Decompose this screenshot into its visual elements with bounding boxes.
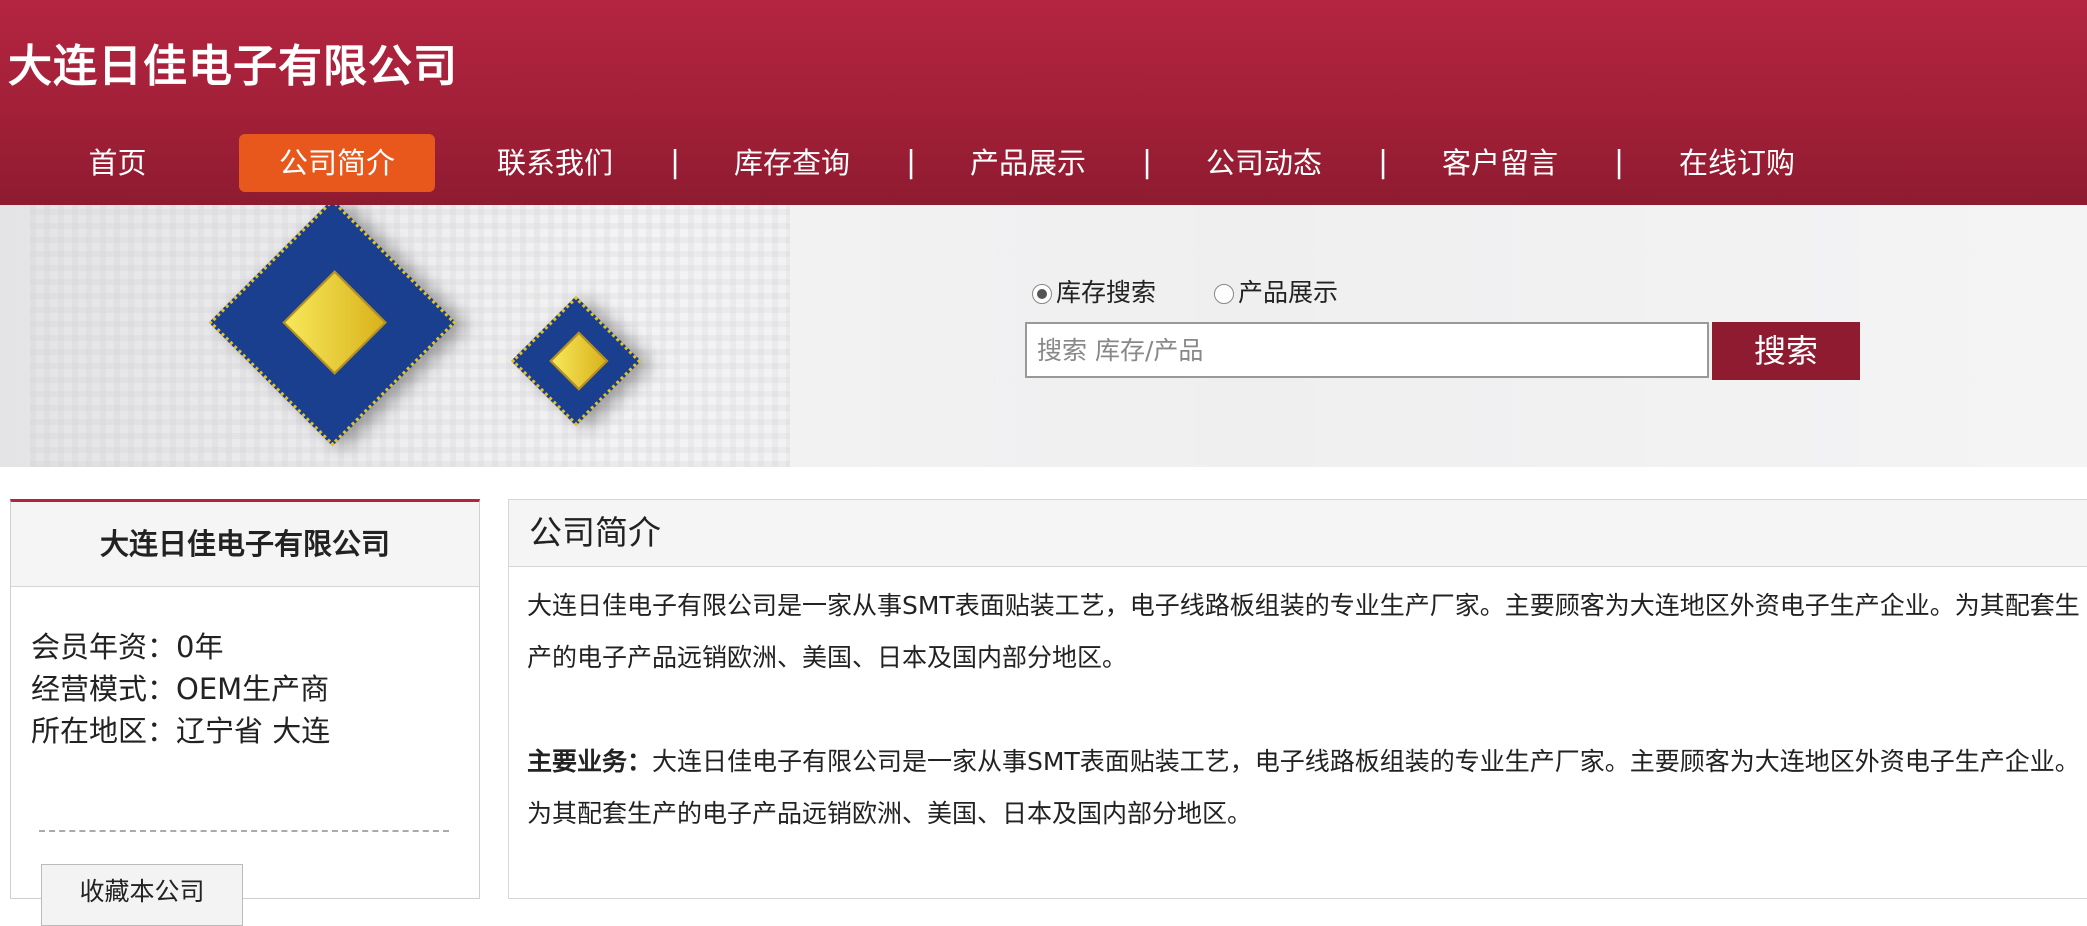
company-info-panel: 大连日佳电子有限公司 会员年资：0年 经营模式：OEM生产商 所在地区：辽宁省 … <box>10 499 480 926</box>
nav-separator: | <box>1614 145 1625 180</box>
info-membership-years: 会员年资：0年 <box>31 630 224 664</box>
main-nav: 首页 公司简介 联系我们 | 库存查询 | 产品展示 | 公司动态 | 客户留言… <box>0 134 2087 196</box>
nav-home[interactable]: 首页 <box>60 134 175 192</box>
site-header: 大连日佳电子有限公司 首页 公司简介 联系我们 | 库存查询 | 产品展示 | … <box>0 0 2087 205</box>
section-title: 公司简介 <box>509 500 2087 567</box>
company-profile-panel: 公司简介 大连日佳电子有限公司是一家从事SMT表面贴装工艺，电子线路板组装的专业… <box>508 499 2087 899</box>
dashed-divider <box>39 830 449 832</box>
nav-separator: | <box>906 145 917 180</box>
info-business-model: 经营模式：OEM生产商 <box>31 672 330 706</box>
nav-separator: | <box>1142 145 1153 180</box>
company-logo-text[interactable]: 大连日佳电子有限公司 <box>8 30 458 94</box>
nav-contact-us[interactable]: 联系我们 <box>490 134 620 192</box>
radio-product-display-label: 产品展示 <box>1238 278 1339 307</box>
nav-inventory-query[interactable]: 库存查询 <box>727 134 857 192</box>
nav-separator: | <box>1378 145 1389 180</box>
business-text: 大连日佳电子有限公司是一家从事SMT表面贴装工艺，电子线路板组装的专业生产厂家。… <box>527 747 2080 828</box>
nav-customer-messages[interactable]: 客户留言 <box>1435 134 1565 192</box>
radio-checked-icon[interactable] <box>1032 284 1052 304</box>
nav-separator: | <box>670 145 681 180</box>
radio-product-display[interactable]: 产品展示 <box>1214 273 1338 309</box>
business-label: 主要业务： <box>527 747 653 776</box>
intro-paragraph: 大连日佳电子有限公司是一家从事SMT表面贴装工艺，电子线路板组装的专业生产厂家。… <box>527 591 2080 672</box>
nav-company-news[interactable]: 公司动态 <box>1199 134 1329 192</box>
radio-inventory-search[interactable]: 库存搜索 <box>1032 273 1156 309</box>
nav-company-profile[interactable]: 公司简介 <box>239 134 435 192</box>
nav-products[interactable]: 产品展示 <box>963 134 1093 192</box>
search-input[interactable] <box>1025 322 1709 378</box>
info-location: 所在地区：辽宁省 大连 <box>31 714 331 748</box>
business-paragraph: 主要业务：大连日佳电子有限公司是一家从事SMT表面贴装工艺，电子线路板组装的专业… <box>527 736 2087 840</box>
nav-online-order[interactable]: 在线订购 <box>1672 134 1802 192</box>
profile-content: 大连日佳电子有限公司是一家从事SMT表面贴装工艺，电子线路板组装的专业生产厂家。… <box>527 580 2087 892</box>
company-name-heading: 大连日佳电子有限公司 <box>11 502 479 587</box>
company-info-list: 会员年资：0年 经营模式：OEM生产商 所在地区：辽宁省 大连 <box>31 626 330 752</box>
favorite-company-button[interactable]: 收藏本公司 <box>41 864 243 926</box>
radio-inventory-search-label: 库存搜索 <box>1056 278 1157 307</box>
radio-unchecked-icon[interactable] <box>1214 284 1234 304</box>
search-button[interactable]: 搜索 <box>1712 322 1860 380</box>
